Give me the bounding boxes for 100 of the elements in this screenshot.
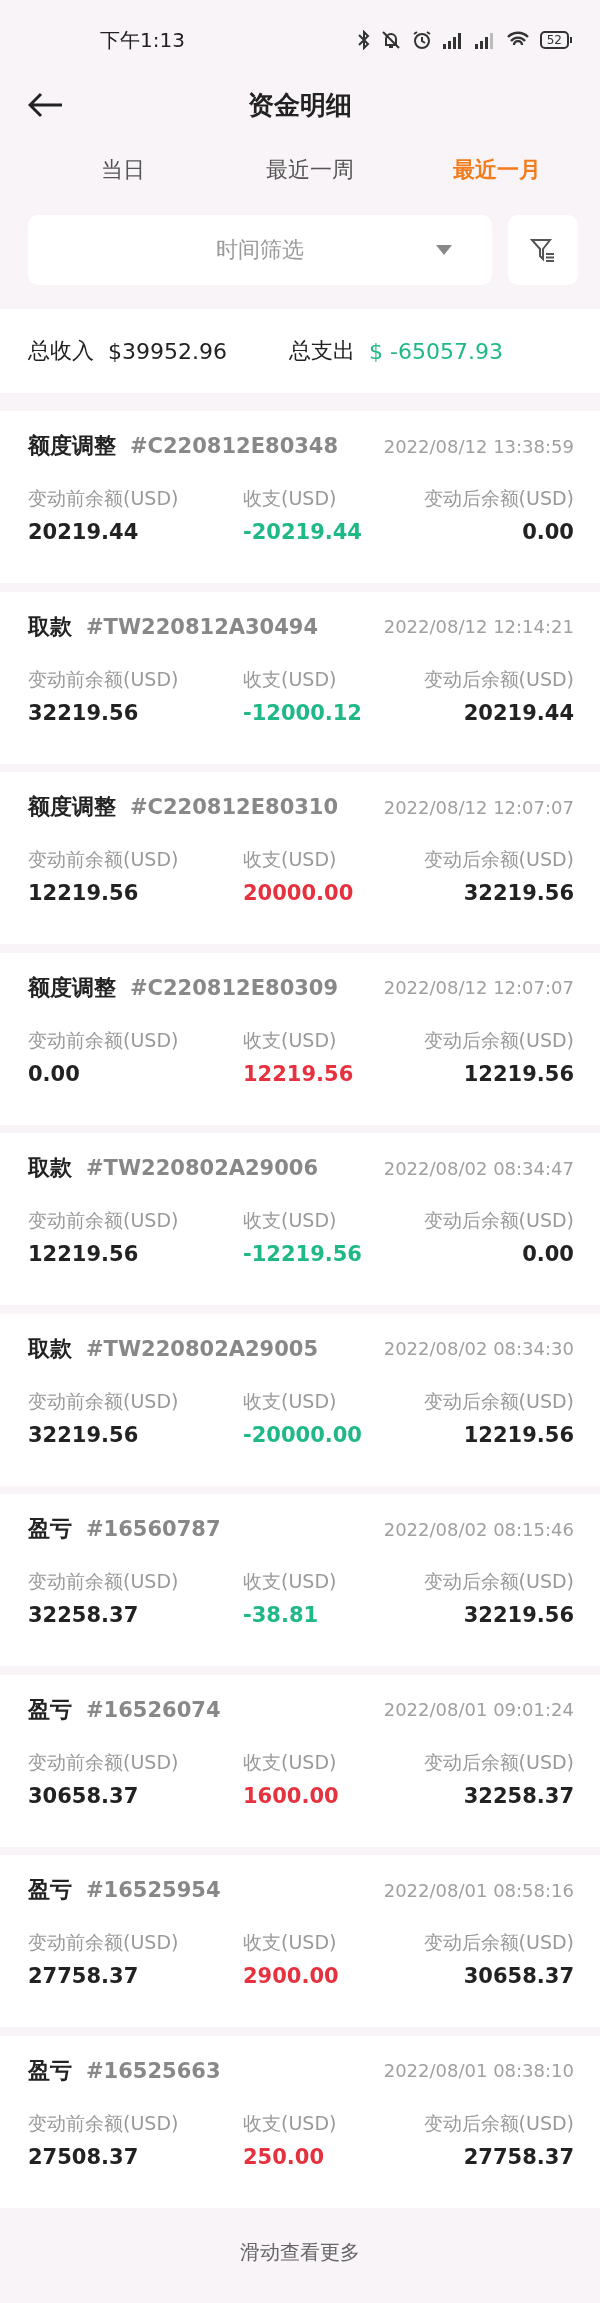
amount-label: 收支(USD) bbox=[243, 486, 338, 511]
signal-icon bbox=[473, 30, 496, 50]
record-time: 2022/08/01 08:38:10 bbox=[383, 2060, 574, 2081]
balance-before-label: 变动前余额(USD) bbox=[28, 1930, 180, 1955]
balance-before-label: 变动前余额(USD) bbox=[28, 1027, 180, 1053]
balance-before-label: 变动前余额(USD) bbox=[28, 1569, 180, 1594]
record-type: 盈亏 bbox=[28, 1515, 72, 1543]
record-time: 2022/08/12 13:38:59 bbox=[383, 435, 574, 457]
balance-before-value: 12219.56 bbox=[28, 1242, 140, 1266]
amount-label: 收支(USD) bbox=[243, 1569, 338, 1594]
amount-label: 收支(USD) bbox=[243, 1027, 338, 1053]
amount-label: 收支(USD) bbox=[243, 1930, 338, 1955]
balance-after-label: 变动后余额(USD) bbox=[423, 1930, 574, 1955]
amount-value: -20000.00 bbox=[243, 1422, 363, 1447]
amount-value: -38.81 bbox=[243, 1603, 320, 1627]
balance-after-label: 变动后余额(USD) bbox=[423, 847, 574, 872]
amount-label: 收支(USD) bbox=[243, 847, 338, 872]
balance-before-label: 变动前余额(USD) bbox=[28, 847, 180, 872]
balance-after-value: 32219.56 bbox=[463, 1603, 574, 1627]
muted-bell-icon bbox=[379, 30, 402, 50]
balance-before-value: 32258.37 bbox=[28, 1603, 140, 1627]
balance-before-label: 变动前余额(USD) bbox=[28, 666, 180, 692]
balance-before-value: 30658.37 bbox=[28, 1783, 140, 1808]
record-id: #16525663 bbox=[86, 2058, 221, 2083]
balance-before-value: 27508.37 bbox=[28, 2144, 140, 2169]
page-title: 资金明细 bbox=[248, 88, 352, 122]
amount-value: -12219.56 bbox=[243, 1242, 363, 1266]
record-time: 2022/08/02 08:15:46 bbox=[383, 1518, 574, 1540]
balance-before-value: 27758.37 bbox=[28, 1964, 140, 1988]
amount-label: 收支(USD) bbox=[243, 1749, 338, 1775]
balance-before-label: 变动前余额(USD) bbox=[28, 1749, 180, 1775]
balance-after-value: 12219.56 bbox=[463, 1422, 574, 1447]
amount-label: 收支(USD) bbox=[243, 1388, 338, 1414]
balance-before-value: 32219.56 bbox=[28, 1422, 140, 1447]
alarm-clock-icon bbox=[411, 30, 432, 50]
record-type: 盈亏 bbox=[28, 2056, 72, 2085]
record-type: 盈亏 bbox=[28, 1876, 72, 1904]
record-type: 取款 bbox=[28, 1154, 72, 1182]
balance-before-value: 0.00 bbox=[28, 1061, 81, 1086]
balance-before-value: 12219.56 bbox=[28, 881, 140, 905]
record-time: 2022/08/12 12:14:21 bbox=[383, 616, 574, 637]
record-time: 2022/08/01 09:01:24 bbox=[383, 1699, 574, 1720]
amount-label: 收支(USD) bbox=[243, 666, 338, 692]
balance-after-value: 30658.37 bbox=[463, 1964, 574, 1988]
amount-value: 12219.56 bbox=[243, 1061, 355, 1086]
record-id: #TW220802A29006 bbox=[86, 1156, 319, 1180]
period-tab[interactable]: 最近一周 bbox=[262, 151, 358, 189]
bluetooth-icon bbox=[357, 30, 370, 50]
balance-after-value: 27758.37 bbox=[463, 2144, 574, 2169]
balance-after-value: 32219.56 bbox=[463, 881, 574, 905]
record-time: 2022/08/01 08:58:16 bbox=[383, 1879, 574, 1901]
period-tab[interactable]: 当日 bbox=[97, 151, 150, 189]
balance-after-label: 变动后余额(USD) bbox=[423, 1027, 574, 1053]
record-type: 额度调整 bbox=[28, 793, 116, 821]
filter-button[interactable] bbox=[508, 215, 578, 285]
balance-after-label: 变动后余额(USD) bbox=[423, 1388, 574, 1414]
signal-icon bbox=[441, 30, 464, 50]
balance-after-value: 32258.37 bbox=[463, 1783, 574, 1808]
record-id: #16525954 bbox=[86, 1878, 221, 1902]
record-type: 取款 bbox=[28, 1334, 72, 1363]
load-more-hint: 滑动查看更多 bbox=[240, 2239, 360, 2266]
amount-value: 1600.00 bbox=[243, 1783, 340, 1808]
amount-value: 20000.00 bbox=[243, 881, 355, 905]
record-time: 2022/08/12 12:07:07 bbox=[383, 796, 574, 818]
record-id: #TW220802A29005 bbox=[86, 1336, 319, 1361]
income-amount: $39952.96 bbox=[108, 338, 227, 364]
balance-after-label: 变动后余额(USD) bbox=[423, 486, 574, 511]
record-id: #TW220812A30494 bbox=[86, 614, 319, 639]
caret-icon bbox=[436, 245, 452, 255]
record-id: #16560787 bbox=[86, 1517, 221, 1541]
balance-before-label: 变动前余额(USD) bbox=[28, 1388, 180, 1414]
record-type: 额度调整 bbox=[28, 973, 116, 1002]
record-id: #16526074 bbox=[86, 1697, 221, 1722]
balance-after-label: 变动后余额(USD) bbox=[423, 1208, 574, 1233]
amount-value: -20219.44 bbox=[243, 520, 363, 544]
record-time: 2022/08/02 08:34:30 bbox=[383, 1338, 574, 1359]
amount-label: 收支(USD) bbox=[243, 2110, 338, 2136]
balance-after-label: 变动后余额(USD) bbox=[423, 666, 574, 692]
filter-icon bbox=[529, 236, 557, 264]
record-id: #C220812E80310 bbox=[130, 795, 339, 819]
battery-icon: 52 bbox=[539, 31, 572, 49]
balance-after-value: 0.00 bbox=[522, 520, 574, 544]
record-time: 2022/08/02 08:34:47 bbox=[383, 1157, 574, 1179]
balance-before-value: 32219.56 bbox=[28, 700, 140, 725]
record-id: #C220812E80348 bbox=[130, 434, 339, 458]
record-type: 额度调整 bbox=[28, 432, 116, 460]
record-time: 2022/08/12 12:07:07 bbox=[383, 977, 574, 998]
balance-after-label: 变动后余额(USD) bbox=[423, 1569, 574, 1594]
amount-value: 250.00 bbox=[243, 2144, 326, 2169]
balance-after-value: 20219.44 bbox=[463, 700, 574, 725]
record-type: 取款 bbox=[28, 612, 72, 641]
balance-after-label: 变动后余额(USD) bbox=[423, 1749, 574, 1775]
balance-after-label: 变动后余额(USD) bbox=[423, 2110, 574, 2136]
amount-label: 收支(USD) bbox=[243, 1208, 338, 1233]
status-time: 下午1:13 bbox=[100, 26, 185, 54]
balance-before-value: 20219.44 bbox=[28, 520, 140, 544]
record-id: #C220812E80309 bbox=[130, 975, 339, 1000]
amount-value: -12000.12 bbox=[243, 700, 363, 725]
amount-value: 2900.00 bbox=[243, 1964, 340, 1988]
balance-before-label: 变动前余额(USD) bbox=[28, 1208, 180, 1233]
